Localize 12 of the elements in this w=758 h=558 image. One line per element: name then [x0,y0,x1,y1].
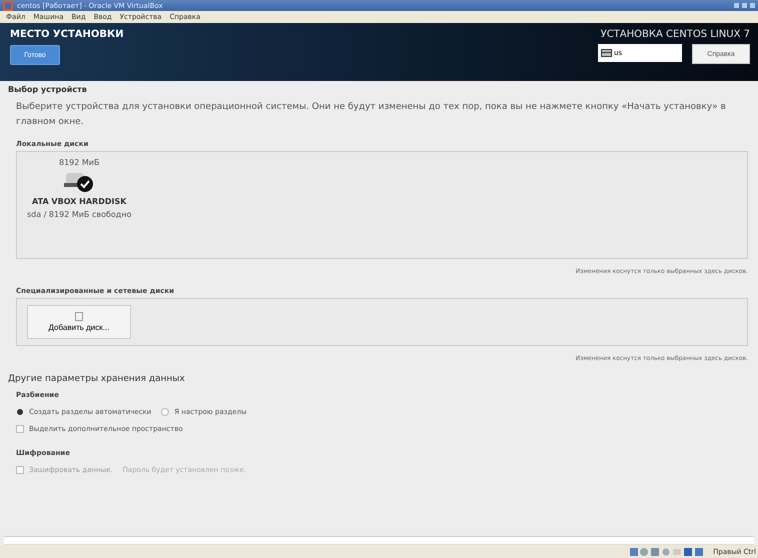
product-title: УСТАНОВКА CENTOS LINUX 7 [600,29,750,40]
disk-free-space: sda / 8192 МиБ свободно [27,210,132,219]
disk-name: ATA VBOX HARDDISK [32,197,126,206]
description-text: Выберите устройства для установки операционной системы. Они не будут изменены до тех пор, пока вы не нажмете кнопку «Начать установку» в главном окне. [16,101,727,129]
section-heading: Другие параметры хранения данных [8,374,186,384]
add-disk-button[interactable]: Добавить диск... [27,305,131,339]
section-heading: Выбор устройств [8,85,88,94]
app-icon [3,0,13,10]
disk-size: 8192 МиБ [58,158,100,167]
page-title: МЕСТО УСТАНОВКИ [10,29,124,40]
keyboard-icon [601,49,612,57]
disk-tile[interactable]: 8192 МиБ ATA VBOX HARDDISK sda / 8192 МиБ свободно [27,158,132,219]
